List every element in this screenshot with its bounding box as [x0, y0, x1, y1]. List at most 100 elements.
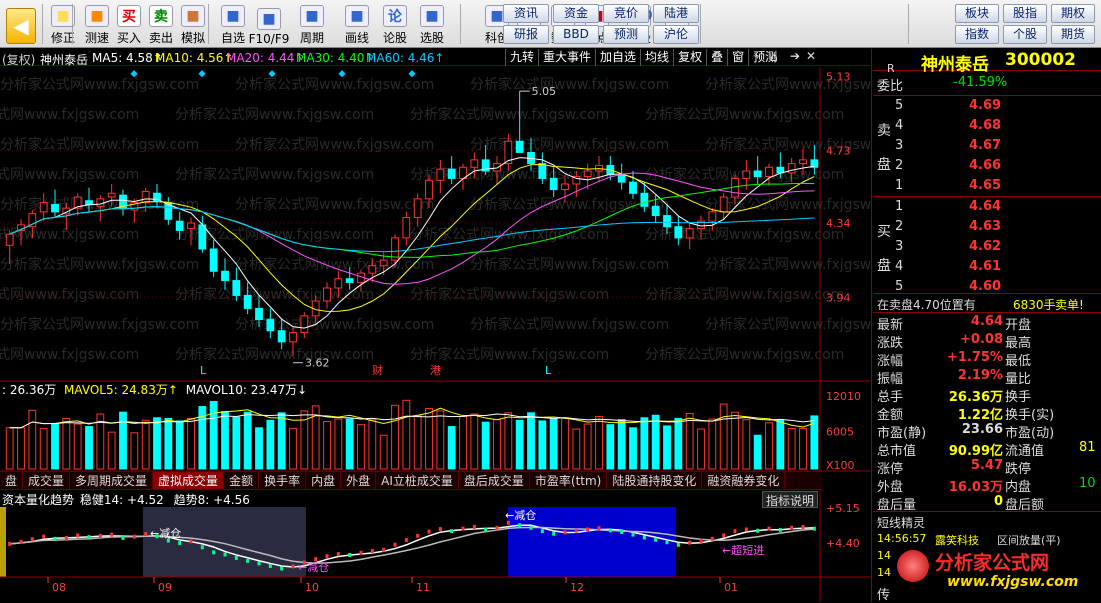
quick-pill-0[interactable]: 资讯: [503, 4, 549, 23]
high-label: 5.05: [532, 85, 557, 98]
candle-body: [515, 140, 524, 153]
indicator-dot: [404, 538, 408, 543]
toolbar-button-8[interactable]: ■ 画线: [340, 2, 374, 46]
volume-bar: [731, 411, 739, 470]
toolbar-separator: [72, 4, 73, 44]
volume-bar: [209, 401, 218, 470]
candlestick-chart[interactable]: 分析家公式网www.fxjgsw.com 分析家公式网www.fxjgsw.com…: [0, 49, 872, 602]
toolbar-separator: [908, 4, 909, 44]
stat-value: 1.22亿: [957, 408, 1003, 423]
nav-pill-1[interactable]: 股指: [1003, 4, 1047, 23]
volume-bar: [39, 427, 48, 470]
watermark-text: 分析家公式网www.fxjgsw.com: [0, 76, 199, 93]
stat-label-right: 市盈(动): [1005, 426, 1055, 441]
indicator-tab-9[interactable]: 盘后成交量: [459, 472, 530, 489]
f10-button[interactable]: ■ F10/F9: [249, 2, 289, 46]
toolbar-button-3[interactable]: 卖卖出: [144, 2, 178, 46]
volume-bar: [527, 412, 535, 470]
stat-label: 涨幅: [877, 354, 904, 369]
toolbar-button-1[interactable]: ■ 测速: [80, 2, 114, 46]
indicator-dot: [382, 547, 386, 552]
quick-pill-4[interactable]: 研报: [503, 25, 549, 44]
watermark-text: 分析家公式网www.fxjgsw.com: [0, 346, 139, 363]
indicator-tab-7[interactable]: 外盘: [341, 472, 377, 489]
stat-value: 0: [993, 494, 1003, 509]
nav-pill-5[interactable]: 期货: [1051, 25, 1095, 44]
indicator-tab-4[interactable]: 金额: [224, 472, 260, 489]
watermark-text: 分析家公式网www.fxjgsw.com: [645, 286, 844, 303]
toolbar-button-7[interactable]: ■ 周期: [295, 2, 329, 46]
indicator-dot: [631, 532, 635, 537]
toolbar-button-4[interactable]: ■ 模拟: [176, 2, 210, 46]
volume-tick-label: 6005: [826, 426, 854, 439]
indicator-dot: [64, 535, 68, 540]
volume-bar: [742, 419, 751, 470]
quick-pill-5[interactable]: BBD: [553, 25, 599, 44]
quick-pill-7[interactable]: 沪伦: [653, 25, 699, 44]
nav-pill-0[interactable]: 板块: [955, 4, 999, 23]
indicator-tab-6[interactable]: 内盘: [306, 472, 342, 489]
indicator-tab-5[interactable]: 换手率: [259, 472, 307, 489]
clock-icon: ■: [85, 5, 109, 27]
toolbar-button-5[interactable]: ■ 自选: [216, 2, 250, 46]
indicator-dot: [597, 526, 601, 531]
volume-bar: [175, 420, 184, 470]
volume-bar: [583, 423, 592, 470]
volume-bar: [493, 419, 501, 470]
toolbar-button-2[interactable]: 买买入: [112, 2, 146, 46]
price-tick-label: 4.73: [826, 145, 851, 158]
nav-pill-3[interactable]: 指数: [955, 25, 999, 44]
order-price: 4.69: [969, 98, 1002, 113]
toolbar-button-10[interactable]: ■ 选股: [415, 2, 449, 46]
stat-label: 涨停: [877, 462, 904, 477]
quick-pill-1[interactable]: 资金: [553, 4, 599, 23]
indicator-tab-12[interactable]: 融资融券变化: [702, 472, 786, 489]
order-level: 2: [895, 158, 904, 173]
order-side-label: 买: [877, 224, 891, 240]
indicator-dot: [665, 540, 669, 545]
volume-bar: [719, 403, 728, 470]
watermark-text: 分析家公式网www.fxjgsw.com: [235, 76, 434, 93]
indicator-tab-8[interactable]: AI立桩成交量: [376, 472, 459, 489]
toolbar-button-0[interactable]: ■ 修正: [46, 2, 80, 46]
order-price: 4.66: [969, 158, 1002, 173]
indicator-help-button[interactable]: 指标说明: [762, 491, 819, 508]
indicator-tab-1[interactable]: 成交量: [23, 472, 71, 489]
order-level: 4: [895, 259, 904, 274]
volume-bar: [164, 417, 173, 470]
nav-pill-2[interactable]: 期权: [1051, 4, 1095, 23]
watermark-text: 分析家公式网www.fxjgsw.com: [410, 286, 609, 303]
event-marker: 财: [372, 363, 383, 377]
toolbar-button-9[interactable]: 论论股: [378, 2, 412, 46]
indicator-dot: [688, 540, 692, 545]
indicator-dot: [42, 534, 46, 539]
volume-bar: [538, 420, 547, 470]
watermark-text: 分析家公式网www.fxjgsw.com: [235, 316, 434, 333]
indicator-dot: [563, 530, 567, 535]
buy-icon: 买: [117, 5, 141, 27]
indicator-tab-2[interactable]: 多周期成交量: [70, 472, 154, 489]
indicator-tab-10[interactable]: 市盈率(ttm): [530, 472, 608, 489]
logo-url: www.fxjgsw.com: [947, 574, 1079, 590]
watermark-text: 分析家公式网www.fxjgsw.com: [0, 286, 139, 303]
back-arrow-icon: ◀: [6, 8, 36, 44]
price-tick-label: 5.13: [826, 70, 851, 83]
candle-body: [731, 177, 739, 198]
indicator-tab-0[interactable]: 盘: [0, 472, 24, 489]
volume-bar: [697, 428, 705, 470]
stat-value: 5.47: [970, 458, 1003, 473]
quick-pill-2[interactable]: 竞价: [603, 4, 649, 23]
indicator-tab-3[interactable]: 虚拟成交量: [153, 472, 225, 489]
quick-pill-3[interactable]: 陆港: [653, 4, 699, 23]
toolbar-button-label: 卖出: [148, 31, 173, 45]
bottom-char: 传: [877, 588, 891, 603]
nav-pill-4[interactable]: 个股: [1003, 25, 1047, 44]
quick-pill-6[interactable]: 预测: [603, 25, 649, 44]
candle-body: [39, 202, 48, 213]
stat-value: 23.66: [961, 422, 1003, 437]
watermark-text: 分析家公式网www.fxjgsw.com: [235, 196, 434, 213]
indicator-tab-11[interactable]: 陆股通持股变化: [607, 472, 703, 489]
order-level: 5: [895, 98, 904, 113]
order-price: 4.67: [969, 138, 1002, 153]
back-button[interactable]: ◀: [4, 2, 38, 46]
